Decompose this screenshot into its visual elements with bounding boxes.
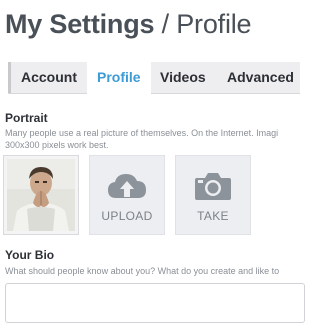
portrait-label: Portrait <box>5 111 48 125</box>
tab-videos[interactable]: Videos <box>160 62 206 93</box>
tab-advanced[interactable]: Advanced <box>227 62 294 93</box>
bio-textarea[interactable] <box>5 283 305 323</box>
settings-tabs: Account Profile Videos Advanced <box>8 62 300 94</box>
bio-label: Your Bio <box>5 248 55 262</box>
page-title: My Settings / Profile <box>5 4 252 44</box>
portrait-photo[interactable] <box>3 155 79 235</box>
portrait-figure <box>7 159 75 231</box>
bio-help: What should people know about you? What … <box>5 266 280 276</box>
portrait-image <box>7 159 75 231</box>
tab-profile[interactable]: Profile <box>87 62 151 94</box>
camera-icon <box>176 170 250 206</box>
cloud-upload-icon <box>90 170 164 206</box>
page-title-separator: / <box>154 9 177 39</box>
page-title-sub: Profile <box>176 9 252 39</box>
portrait-help-line-1: Many people use a real picture of themse… <box>5 128 279 138</box>
take-label: TAKE <box>197 209 229 223</box>
tab-account[interactable]: Account <box>21 62 77 93</box>
upload-label: UPLOAD <box>101 209 153 223</box>
take-photo-button[interactable]: TAKE <box>175 155 251 235</box>
page-title-main: My Settings <box>5 9 155 39</box>
upload-button[interactable]: UPLOAD <box>89 155 165 235</box>
portrait-help-line-2: 300x300 pixels work best. <box>5 140 109 150</box>
tab-bar-accent <box>8 62 11 93</box>
